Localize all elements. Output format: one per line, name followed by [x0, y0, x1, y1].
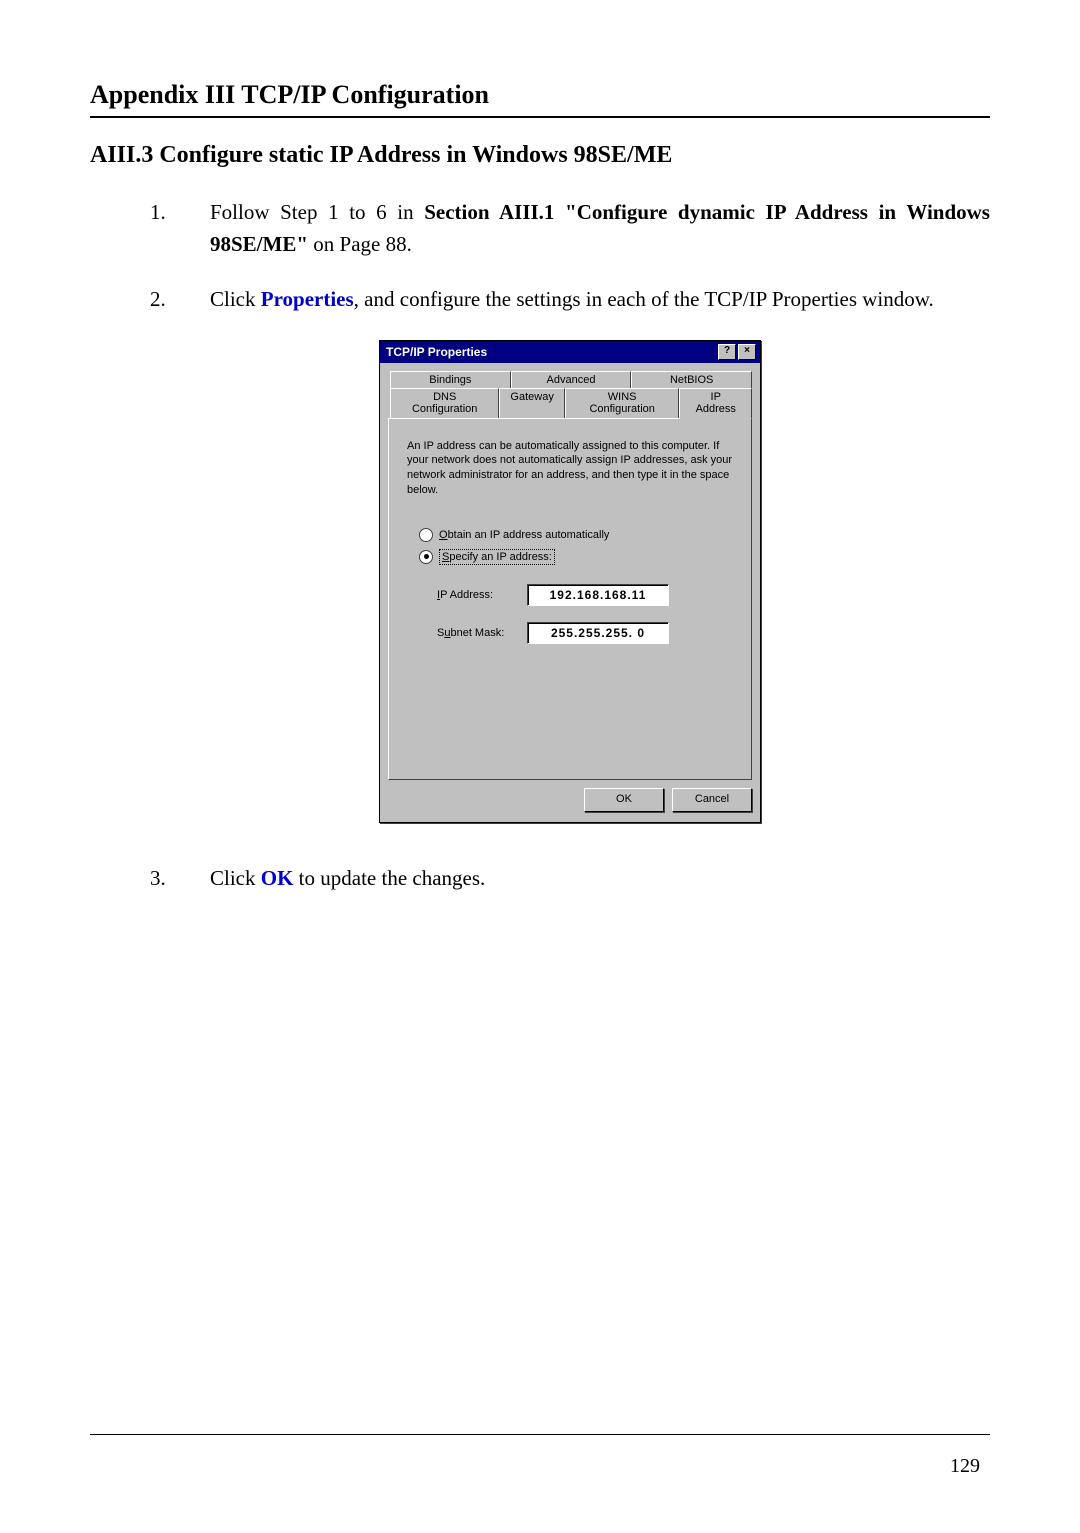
step-2: 2. Click Properties, and configure the s…	[150, 284, 990, 316]
section-title: AIII.3 Configure static IP Address in Wi…	[90, 142, 990, 169]
text: Click	[210, 287, 261, 311]
radio-obtain-auto[interactable]: Obtain an IP address automatically	[419, 528, 733, 542]
ip-address-label: IP Address:	[437, 589, 527, 601]
text: , and configure the settings in each of …	[354, 287, 934, 311]
step-number: 3.	[150, 863, 210, 895]
step-number: 1.	[150, 197, 210, 260]
radio-label: Specify an IP address:	[439, 551, 555, 563]
step-3: 3. Click OK to update the changes.	[150, 863, 990, 895]
description-text: An IP address can be automatically assig…	[407, 439, 733, 498]
tab-panel: An IP address can be automatically assig…	[388, 418, 752, 780]
steps-list: 1. Follow Step 1 to 6 in Section AIII.1 …	[150, 197, 990, 894]
tab-netbios[interactable]: NetBIOS	[631, 371, 752, 389]
tab-advanced[interactable]: Advanced	[511, 371, 632, 389]
tab-dns[interactable]: DNS Configuration	[390, 388, 499, 418]
header-rule	[90, 116, 990, 118]
ok-button[interactable]: OK	[584, 788, 664, 812]
cancel-button[interactable]: Cancel	[672, 788, 752, 812]
help-icon[interactable]: ?	[718, 344, 736, 360]
dialog-title: TCP/IP Properties	[386, 345, 487, 359]
tab-wins[interactable]: WINS Configuration	[565, 388, 680, 418]
subnet-mask-input[interactable]: 255.255.255. 0	[527, 622, 669, 644]
footer-rule	[90, 1434, 990, 1435]
dialog-screenshot: TCP/IP Properties ? × Bindings Advanced …	[150, 340, 990, 823]
step-body: Click OK to update the changes.	[210, 863, 990, 895]
text: on Page 88.	[308, 232, 412, 256]
ip-fields: IP Address: 192.168.168.11 Subnet Mask: …	[437, 584, 733, 644]
radio-label: Obtain an IP address automatically	[439, 529, 609, 541]
text: to update the changes.	[293, 866, 485, 890]
page-header: Appendix III TCP/IP Configuration	[90, 80, 990, 110]
text-link: Properties	[261, 287, 354, 311]
page-number: 129	[950, 1455, 980, 1478]
text-link: OK	[261, 866, 294, 890]
dialog-body: Bindings Advanced NetBIOS DNS Configurat…	[380, 363, 760, 822]
close-icon[interactable]: ×	[738, 344, 756, 360]
text: Click	[210, 866, 261, 890]
radio-specify-ip[interactable]: Specify an IP address:	[419, 550, 733, 564]
step-number: 2.	[150, 284, 210, 316]
tab-ip-address[interactable]: IP Address	[679, 388, 752, 419]
tab-gateway[interactable]: Gateway	[499, 388, 564, 418]
step-1: 1. Follow Step 1 to 6 in Section AIII.1 …	[150, 197, 990, 260]
text: Follow Step 1 to 6 in	[210, 200, 424, 224]
tcpip-properties-dialog: TCP/IP Properties ? × Bindings Advanced …	[379, 340, 761, 823]
titlebar: TCP/IP Properties ? ×	[380, 341, 760, 363]
ip-address-input[interactable]: 192.168.168.11	[527, 584, 669, 606]
radio-icon[interactable]	[419, 528, 433, 542]
step-body: Follow Step 1 to 6 in Section AIII.1 "Co…	[210, 197, 990, 260]
radio-icon[interactable]	[419, 550, 433, 564]
tab-bindings[interactable]: Bindings	[390, 371, 511, 389]
subnet-mask-label: Subnet Mask:	[437, 627, 527, 639]
step-body: Click Properties, and configure the sett…	[210, 284, 990, 316]
